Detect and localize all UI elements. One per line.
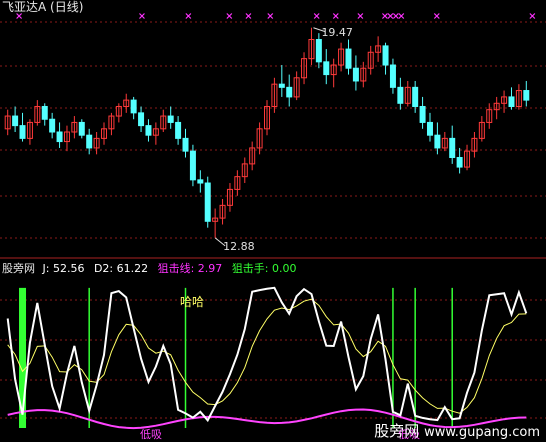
candle-body [323,61,330,76]
candle-body [12,115,19,127]
candle-body [182,137,189,152]
signal-marker [357,13,364,19]
watermark-brand: 股旁网 [374,422,420,440]
candle-body [449,137,456,159]
signal-marker [313,13,320,19]
candle-body [49,118,56,133]
j-series [6,286,528,423]
signal-marker [529,13,536,19]
low-buy-label-1: 低吸 [140,428,162,441]
signal-markers [16,13,536,19]
signal-marker [433,13,440,19]
candle-body [523,90,530,101]
candle-body [397,86,404,104]
candle-body [426,121,433,136]
candle-body [412,86,419,107]
chart-title: 飞亚达A (日线) [2,0,84,14]
candle-body [78,121,85,136]
candle-body [204,182,211,222]
candle-body [315,39,322,63]
watermark: 股旁网 www.gupang.com [374,422,540,440]
candle-body [286,86,293,98]
signal-marker [382,13,388,19]
signal-marker [398,13,405,19]
sniper-line-value: 狙击线: 2.97 [157,262,223,275]
candlestick-series [4,27,530,238]
candle-body [56,131,63,143]
signal-marker [226,13,233,19]
chart-canvas [0,13,546,430]
signal-marker [185,13,192,19]
low-price-label: 12.88 [223,239,255,253]
indicator-series [6,286,528,430]
candle-body [145,125,152,136]
high-price-label: 19.47 [321,25,353,39]
candle-body [508,96,515,107]
haha-annotation: 哈哈 [180,295,205,309]
signal-marker [387,13,394,19]
indicator-name: 股旁网 [2,262,35,275]
candle-body [130,99,137,114]
signal-marker [267,13,274,19]
price-annotations [214,27,326,247]
candle-body [86,134,93,149]
candle-body [19,125,26,139]
candle-body [138,112,145,127]
signal-marker [245,13,252,19]
candle-body [382,45,389,66]
candle-body [389,64,396,88]
candle-body [167,115,174,123]
indicator-legend: 股旁网 J: 52.56 D2: 61.22 狙击线: 2.97 狙击手: 0.… [2,262,297,275]
candle-body [345,48,352,69]
candle-body [175,121,182,139]
candle-body [419,105,426,123]
grid-lines [0,21,546,419]
signal-marker [16,13,23,19]
signal-marker [139,13,145,19]
sniper-hand-value: 狙击手: 0.00 [231,262,297,275]
signal-marker [332,13,339,19]
watermark-url: www.gupang.com [424,425,540,440]
candle-body [197,179,204,184]
candle-body [352,67,359,82]
candle-body [456,157,463,168]
candle-body [41,105,48,120]
candle-body [278,83,285,88]
signal-marker [392,13,399,19]
j-value: J: 52.56 [42,262,85,275]
candle-body [189,150,196,181]
d2-value: D2: 61.22 [93,262,149,275]
candle-body [434,134,441,149]
